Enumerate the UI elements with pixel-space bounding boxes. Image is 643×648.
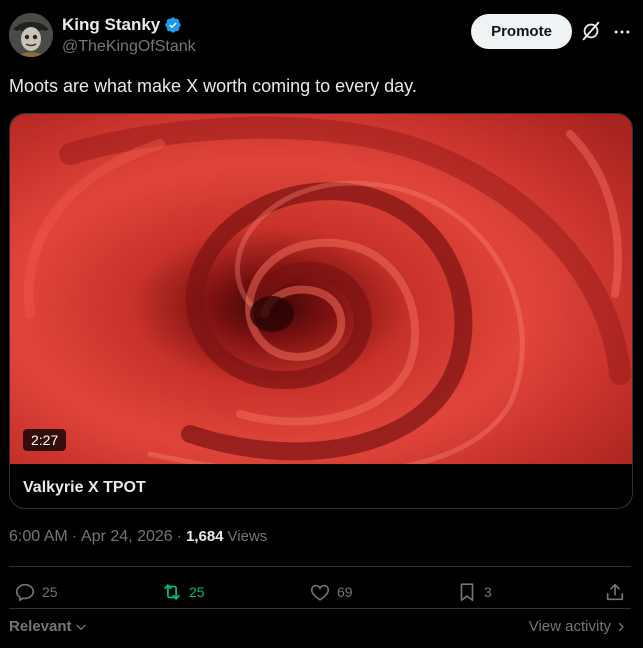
display-name-text[interactable]: King Stanky bbox=[62, 15, 160, 35]
avatar[interactable] bbox=[9, 13, 53, 57]
bookmark-count: 3 bbox=[484, 584, 492, 600]
sort-replies-dropdown[interactable]: Relevant bbox=[9, 618, 88, 635]
heart-icon bbox=[310, 584, 330, 601]
chevron-down-icon bbox=[75, 624, 86, 630]
tweet-date[interactable]: Apr 24, 2026 bbox=[81, 528, 173, 546]
view-activity-label: View activity bbox=[528, 618, 611, 635]
repost-icon bbox=[164, 584, 180, 600]
share-icon bbox=[606, 583, 624, 601]
video-thumbnail[interactable] bbox=[10, 114, 632, 464]
tweet-text: Moots are what make X worth coming to ev… bbox=[9, 76, 417, 96]
avatar-image bbox=[9, 13, 53, 57]
reply-button[interactable]: 25 bbox=[14, 581, 58, 603]
reply-icon bbox=[15, 583, 35, 602]
more-options-icon[interactable] bbox=[612, 22, 632, 42]
bookmark-icon bbox=[460, 583, 474, 602]
divider bbox=[9, 566, 631, 567]
video-duration: 2:27 bbox=[23, 429, 67, 451]
tweet-meta: 6:00 AM · Apr 24, 2026 · 1,684 Views bbox=[9, 528, 267, 546]
reply-count: 25 bbox=[42, 584, 58, 600]
repost-button[interactable]: 25 bbox=[161, 581, 205, 603]
bookmark-button[interactable]: 3 bbox=[456, 581, 492, 603]
share-button[interactable] bbox=[604, 581, 626, 603]
meta-separator: · bbox=[176, 528, 182, 545]
display-name[interactable]: King Stanky bbox=[62, 15, 182, 35]
views-count: 1,684 bbox=[185, 528, 224, 545]
like-button[interactable]: 69 bbox=[309, 581, 353, 603]
grok-icon[interactable] bbox=[580, 20, 602, 42]
meta-separator: · bbox=[71, 528, 78, 545]
divider bbox=[9, 608, 631, 609]
video-card[interactable]: 2:27 Valkyrie X TPOT bbox=[9, 113, 633, 509]
card-title[interactable]: Valkyrie X TPOT bbox=[23, 479, 146, 497]
tweet-time[interactable]: 6:00 AM bbox=[9, 528, 68, 546]
chevron-right-icon bbox=[618, 622, 624, 631]
verified-badge-icon bbox=[165, 17, 181, 33]
promote-button[interactable]: Promote bbox=[471, 14, 572, 49]
view-activity-link[interactable]: View activity bbox=[529, 618, 627, 635]
sort-label: Relevant bbox=[9, 618, 72, 635]
user-handle[interactable]: @TheKingOfStank bbox=[62, 38, 196, 56]
like-count: 69 bbox=[337, 584, 353, 600]
repost-count: 25 bbox=[189, 584, 205, 600]
views-label: Views bbox=[227, 528, 268, 545]
